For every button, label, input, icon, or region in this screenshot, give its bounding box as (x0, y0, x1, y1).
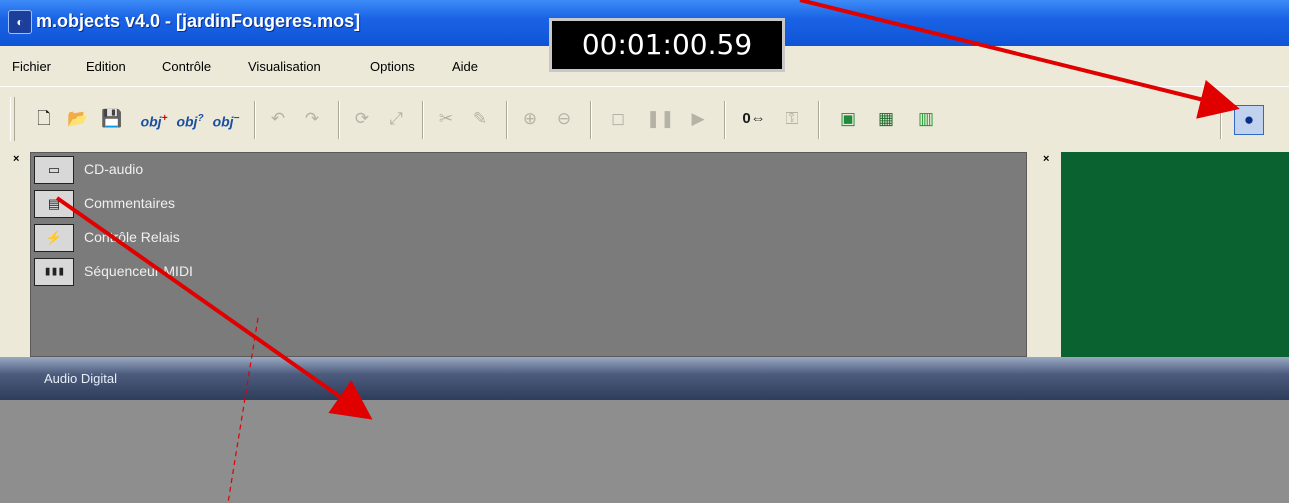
play-icon[interactable]: ▶ (684, 105, 712, 133)
key-icon[interactable]: ⚿ (778, 105, 806, 133)
list-item-label: Contrôle Relais (84, 229, 180, 245)
tool-list-panel: ▭ CD-audio ▤ Commentaires ⚡ Contrôle Rel… (30, 152, 1027, 357)
app-logo-icon[interactable]: ◐ (8, 10, 32, 34)
cd-audio-icon: ▭ (34, 156, 74, 184)
list-item-label: Séquenceur MIDI (84, 263, 193, 279)
relay-control-icon: ⚡ (34, 224, 74, 252)
menu-visualisation[interactable]: Visualisation (248, 59, 321, 74)
panel-splitter[interactable] (1030, 152, 1058, 357)
expand-icon[interactable]: ⤢ (382, 105, 410, 133)
toolbar-separator (254, 101, 256, 139)
list-item-label: CD-audio (84, 161, 144, 177)
list-item-label: Commentaires (84, 195, 176, 211)
close-icon[interactable]: × (13, 153, 19, 165)
tool-window-toggle-icon[interactable]: ● (1234, 105, 1264, 135)
audio-track-area[interactable] (0, 400, 1289, 503)
close-icon[interactable]: × (1043, 153, 1049, 165)
timecode-display: 00:01:00.59 (549, 18, 785, 72)
list-item[interactable]: ▭ CD-audio (34, 155, 434, 185)
projector-view-icon[interactable]: ▦ (872, 105, 900, 133)
preview-canvas (1061, 152, 1289, 357)
menu-edition[interactable]: Edition (86, 59, 126, 74)
screen-view-icon[interactable]: ▣ (834, 105, 862, 133)
remove-object-icon[interactable]: obj− (212, 105, 240, 133)
window-title: m.objects v4.0 - [jardinFougeres.mos] (36, 11, 361, 31)
counter-reset-icon[interactable]: 0⇔ (734, 105, 774, 133)
toolbar-separator (506, 101, 508, 139)
list-item[interactable]: ⚡ Contrôle Relais (34, 223, 434, 253)
bottom-panel-title: Audio Digital (44, 371, 117, 386)
list-item[interactable]: ▤ Commentaires (34, 189, 434, 219)
midi-keyboard-icon: ▮▮▮ (34, 258, 74, 286)
menu-controle[interactable]: Contrôle (162, 59, 211, 74)
bottom-panel-header: Audio Digital (0, 357, 1289, 400)
toolbar-separator (338, 101, 340, 139)
save-icon[interactable]: 💾 (98, 105, 126, 133)
commentaires-icon: ▤ (34, 190, 74, 218)
pen-icon[interactable]: ✎ (466, 105, 494, 133)
lightbox-view-icon[interactable]: ▥ (912, 105, 940, 133)
menu-options[interactable]: Options (370, 59, 415, 74)
zoom-in-icon[interactable]: ⊕ (516, 105, 544, 133)
add-object-icon[interactable]: obj+ (140, 105, 168, 133)
menu-fichier[interactable]: Fichier (12, 59, 51, 74)
open-folder-icon[interactable]: 📂 (64, 105, 92, 133)
zoom-out-icon[interactable]: ⊖ (550, 105, 578, 133)
redo-icon[interactable]: ↷ (298, 105, 326, 133)
rotate-icon[interactable]: ⟳ (348, 105, 376, 133)
toolbar-separator (818, 101, 820, 139)
pause-icon[interactable]: ❚❚ (646, 105, 675, 133)
toolbar-separator (422, 101, 424, 139)
stop-icon[interactable]: ◻ (604, 105, 632, 133)
toolbar: 🗋 📂 💾 obj+ obj? obj− ↶ ↷ ⟳ ⤢ ✂ ✎ ⊕ ⊖ ◻ ❚… (0, 86, 1289, 154)
cut-tool-icon[interactable]: ✂ (432, 105, 460, 133)
toolbar-grip[interactable] (10, 97, 15, 141)
undo-icon[interactable]: ↶ (264, 105, 292, 133)
query-object-icon[interactable]: obj? (176, 105, 204, 133)
menu-aide[interactable]: Aide (452, 59, 478, 74)
list-item[interactable]: ▮▮▮ Séquenceur MIDI (34, 257, 434, 287)
new-file-icon[interactable]: 🗋 (30, 105, 58, 133)
toolbar-separator (590, 101, 592, 139)
toolbar-separator (724, 101, 726, 139)
toolbar-separator (1220, 101, 1222, 139)
